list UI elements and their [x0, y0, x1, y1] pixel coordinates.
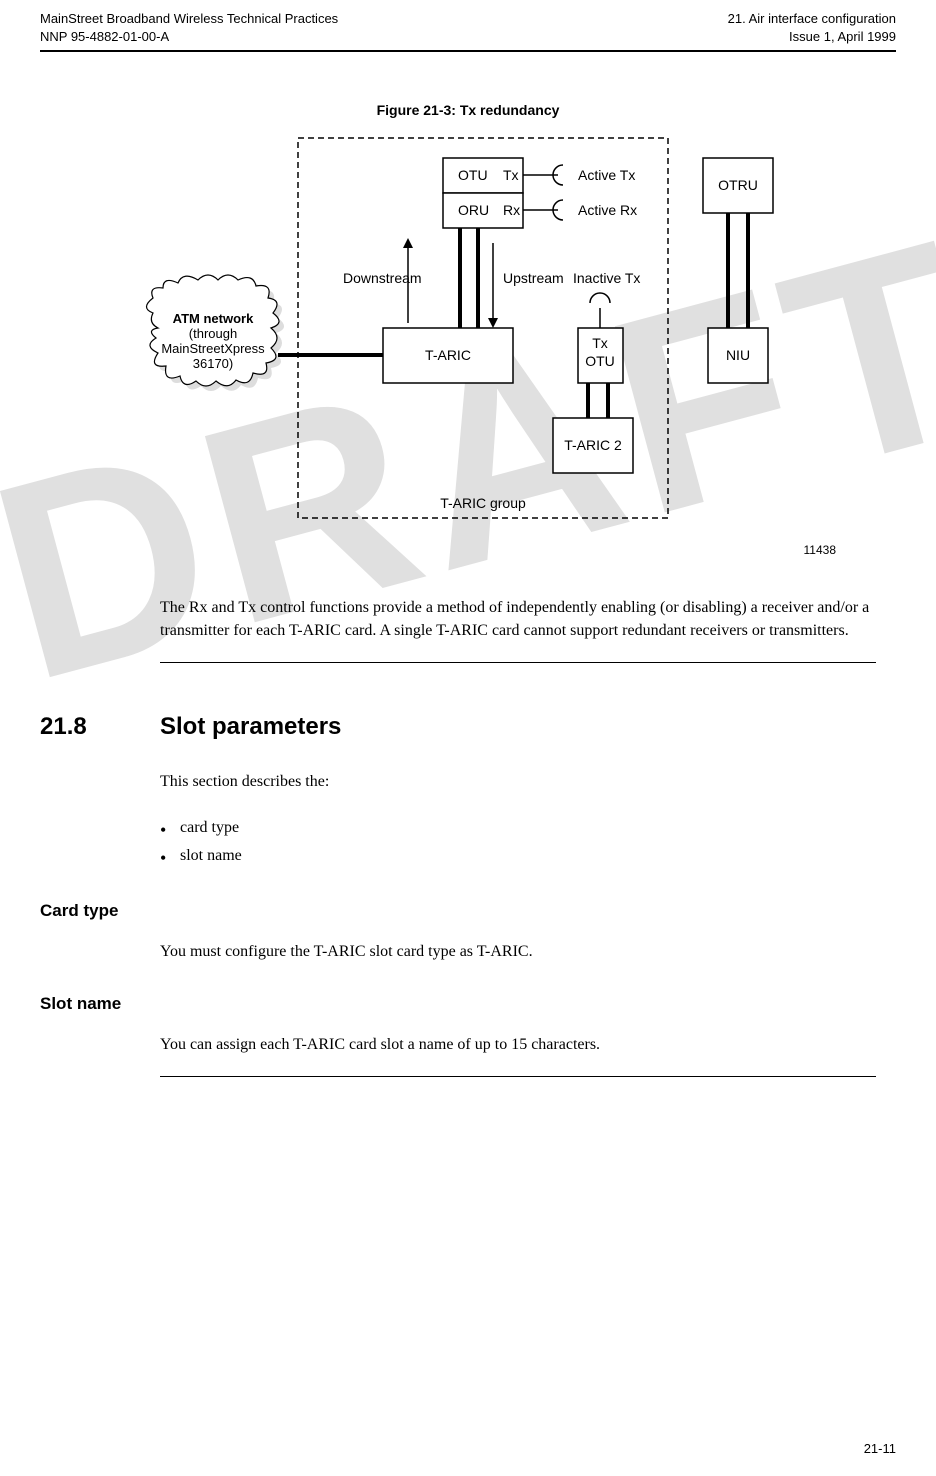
header-docnum: NNP 95-4882-01-00-A — [40, 28, 338, 46]
label-atm4: 36170) — [193, 356, 233, 371]
bullet-list: card type slot name — [180, 814, 896, 872]
page-header: MainStreet Broadband Wireless Technical … — [40, 10, 896, 52]
label-rx: Rx — [503, 202, 520, 218]
list-item: slot name — [180, 842, 896, 871]
slotname-body: You can assign each T-ARIC card slot a n… — [160, 1034, 876, 1056]
section-rule-2 — [160, 1076, 876, 1077]
header-title-left: MainStreet Broadband Wireless Technical … — [40, 10, 338, 28]
label-atm2: (through — [189, 326, 237, 341]
label-tx2: Tx — [592, 335, 608, 351]
header-issue: Issue 1, April 1999 — [728, 28, 896, 46]
section-number: 21.8 — [40, 713, 120, 741]
paragraph-rxtx: The Rx and Tx control functions provide … — [160, 597, 876, 642]
section-rule — [160, 662, 876, 663]
label-active-tx: Active Tx — [578, 167, 635, 183]
label-tx: Tx — [503, 167, 519, 183]
subsection-slotname: Slot name — [40, 994, 896, 1014]
section-title: Slot parameters — [160, 713, 341, 741]
label-otu2: OTU — [585, 353, 615, 369]
label-inactive-tx: Inactive Tx — [573, 270, 640, 286]
figure-diagram: T-ARIC group OTU Tx ORU Rx Active Tx Act… — [128, 128, 808, 528]
list-item: card type — [180, 814, 896, 843]
label-taric: T-ARIC — [425, 347, 471, 363]
label-upstream: Upstream — [503, 270, 564, 286]
atm-cloud: ATM network (through MainStreetXpress 36… — [147, 275, 285, 391]
label-otu: OTU — [458, 167, 488, 183]
page-number: 21-11 — [864, 1441, 896, 1456]
header-chapter: 21. Air interface configuration — [728, 10, 896, 28]
label-taric2: T-ARIC 2 — [564, 437, 622, 453]
label-taric-group: T-ARIC group — [440, 495, 526, 511]
label-atm1: ATM network — [173, 311, 254, 326]
figure-id: 11438 — [40, 543, 836, 557]
label-downstream: Downstream — [343, 270, 422, 286]
section-heading: 21.8 Slot parameters — [40, 713, 896, 741]
label-oru: ORU — [458, 202, 489, 218]
subsection-cardtype: Card type — [40, 901, 896, 921]
label-active-rx: Active Rx — [578, 202, 637, 218]
label-otru: OTRU — [718, 177, 758, 193]
figure-caption: Figure 21-3: Tx redundancy — [40, 102, 896, 118]
label-atm3: MainStreetXpress — [161, 341, 265, 356]
label-niu: NIU — [726, 347, 750, 363]
intro-text: This section describes the: — [160, 771, 876, 793]
cardtype-body: You must configure the T-ARIC slot card … — [160, 941, 876, 963]
